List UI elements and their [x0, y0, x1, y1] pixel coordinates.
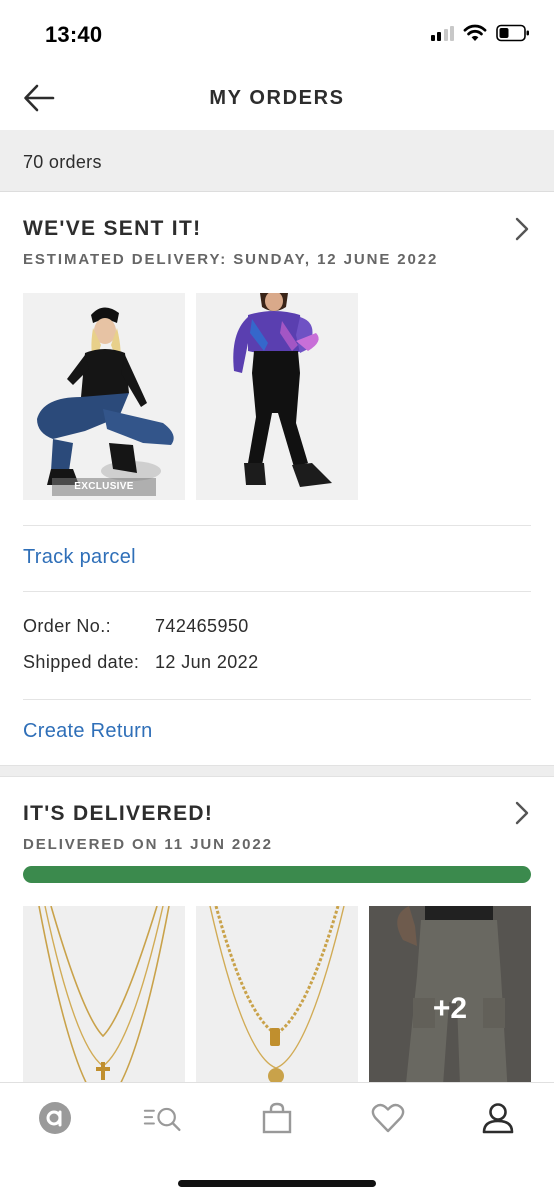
more-items-count: +2: [432, 992, 468, 1025]
product-thumbnail[interactable]: +2: [369, 906, 531, 1082]
tab-saved[interactable]: [368, 1099, 408, 1137]
product-thumbnail[interactable]: EXCLUSIVE: [23, 293, 185, 500]
exclusive-badge: EXCLUSIVE: [52, 478, 156, 496]
home-indicator[interactable]: [178, 1180, 376, 1187]
order-status-subtitle: DELIVERED ON 11 JUN 2022: [23, 836, 273, 853]
divider: [23, 591, 531, 592]
status-time: 13:40: [45, 22, 103, 47]
page-title: MY ORDERS: [209, 87, 345, 109]
delivery-progress-bar: [23, 866, 531, 883]
chevron-right-icon[interactable]: [512, 800, 532, 826]
divider: [23, 699, 531, 700]
header: MY ORDERS: [0, 68, 554, 130]
order-status-title: WE'VE SENT IT!: [23, 217, 202, 240]
tab-search[interactable]: [143, 1099, 183, 1137]
model-purple-top-leggings-image: [196, 293, 358, 500]
track-parcel-link[interactable]: Track parcel: [23, 546, 136, 569]
shipped-date-value: 12 Jun 2022: [155, 652, 259, 672]
status-bar: 13:40: [0, 0, 554, 68]
product-thumbnail[interactable]: [23, 906, 185, 1082]
cross-necklace-image: [23, 906, 185, 1082]
tab-bag[interactable]: [257, 1099, 297, 1137]
order-number-label: Order No.:: [23, 616, 112, 636]
status-icons: [430, 24, 531, 42]
card-separator: [0, 765, 554, 777]
product-thumbnail[interactable]: [196, 906, 358, 1082]
cellular-signal-icon: [430, 25, 454, 41]
battery-icon: [496, 24, 529, 42]
chevron-right-icon[interactable]: [512, 216, 532, 242]
account-icon: [482, 1103, 514, 1134]
orders-count-bar: 70 orders: [0, 130, 554, 192]
bag-icon: [262, 1102, 292, 1134]
model-black-tee-denim-image: [23, 293, 185, 500]
coin-necklace-image: [196, 906, 358, 1082]
product-thumbnail[interactable]: [196, 293, 358, 500]
order-status-title: IT'S DELIVERED!: [23, 802, 214, 825]
order-status-subtitle: ESTIMATED DELIVERY: SUNDAY, 12 JUNE 2022: [23, 251, 439, 268]
tab-account[interactable]: [478, 1099, 518, 1137]
order-card[interactable]: IT'S DELIVERED! DELIVERED ON 11 JUN 2022: [0, 777, 554, 1082]
tab-home[interactable]: [35, 1099, 75, 1137]
order-number-value: 742465950: [155, 616, 249, 636]
wifi-icon: [463, 24, 487, 41]
orders-count: 70 orders: [23, 152, 102, 172]
divider: [23, 525, 531, 526]
order-card[interactable]: WE'VE SENT IT! ESTIMATED DELIVERY: SUNDA…: [0, 193, 554, 765]
heart-icon: [371, 1103, 405, 1133]
search-icon: [143, 1107, 181, 1131]
shipped-date-label: Shipped date:: [23, 652, 140, 672]
home-icon: [39, 1102, 71, 1134]
create-return-link[interactable]: Create Return: [23, 720, 153, 743]
